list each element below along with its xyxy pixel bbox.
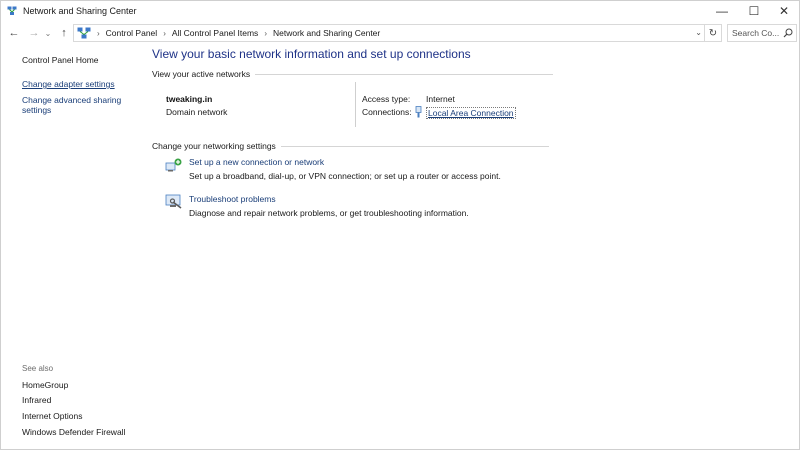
change-adapter-settings-link[interactable]: Change adapter settings xyxy=(22,79,115,89)
active-networks-header-text: View your active networks xyxy=(152,69,251,79)
breadcrumb-separator[interactable]: › xyxy=(264,29,267,38)
troubleshoot-description: Diagnose and repair network problems, or… xyxy=(189,208,469,218)
close-button[interactable]: ✕ xyxy=(767,1,800,21)
networking-settings-header-text: Change your networking settings xyxy=(152,141,276,151)
access-type-value: Internet xyxy=(426,94,455,104)
see-also-label: See also xyxy=(22,364,54,373)
breadcrumb-separator[interactable]: › xyxy=(163,29,166,38)
address-dropdown-icon[interactable]: ⌄ xyxy=(695,28,702,37)
troubleshoot-icon xyxy=(165,194,182,209)
window-title: Network and Sharing Center xyxy=(23,6,137,16)
troubleshoot-problems-link[interactable]: Troubleshoot problems xyxy=(189,194,276,204)
up-button[interactable]: ↑ xyxy=(57,25,71,41)
address-bar[interactable]: › Control Panel › All Control Panel Item… xyxy=(73,24,705,42)
control-panel-home-link[interactable]: Control Panel Home xyxy=(22,55,99,65)
recent-locations-button[interactable]: ⌄ xyxy=(43,25,53,41)
change-advanced-sharing-link[interactable]: Change advanced sharing settings xyxy=(22,95,132,115)
minimize-button[interactable]: — xyxy=(705,1,739,21)
local-area-connection-link[interactable]: Local Area Connection xyxy=(426,107,516,119)
maximize-button[interactable]: ☐ xyxy=(737,1,771,21)
active-networks-header: View your active networks xyxy=(152,69,554,79)
network-center-icon xyxy=(7,6,17,15)
infrared-link[interactable]: Infrared xyxy=(22,395,51,405)
networking-settings-header: Change your networking settings xyxy=(152,141,549,151)
breadcrumb-separator: › xyxy=(97,28,100,38)
setup-connection-description: Set up a broadband, dial-up, or VPN conn… xyxy=(189,171,501,181)
homegroup-link[interactable]: HomeGroup xyxy=(22,380,68,390)
setup-connection-link[interactable]: Set up a new connection or network xyxy=(189,157,324,167)
search-box[interactable] xyxy=(727,24,797,42)
breadcrumb-network-center[interactable]: Network and Sharing Center xyxy=(273,28,380,38)
network-name: tweaking.in xyxy=(166,94,213,104)
network-setup-icon xyxy=(165,158,182,172)
search-input[interactable] xyxy=(732,28,782,38)
back-button[interactable]: ← xyxy=(7,25,21,41)
network-type[interactable]: Domain network xyxy=(166,107,227,117)
control-panel-icon xyxy=(77,27,91,39)
defender-firewall-link[interactable]: Windows Defender Firewall xyxy=(22,427,125,437)
page-title: View your basic network information and … xyxy=(152,47,471,61)
internet-options-link[interactable]: Internet Options xyxy=(22,411,82,421)
section-divider xyxy=(255,73,554,75)
forward-button[interactable]: → xyxy=(27,25,41,41)
ethernet-icon xyxy=(415,106,422,118)
title-bar: Network and Sharing Center — ☐ ✕ xyxy=(1,1,799,21)
breadcrumb-control-panel[interactable]: Control Panel xyxy=(106,28,158,38)
connections-label: Connections: xyxy=(362,107,412,117)
refresh-button[interactable]: ↻ xyxy=(705,24,722,42)
navigation-bar: ← → ⌄ ↑ › Control Panel › All Control Pa… xyxy=(1,23,799,43)
left-pane: Control Panel Home Change adapter settin… xyxy=(1,45,141,445)
breadcrumb-all-items[interactable]: All Control Panel Items xyxy=(172,28,258,38)
network-sharing-center-window: Network and Sharing Center — ☐ ✕ ← → ⌄ ↑… xyxy=(0,0,800,450)
search-icon xyxy=(783,28,793,38)
main-content: View your basic network information and … xyxy=(152,45,792,445)
vertical-divider xyxy=(355,82,356,127)
access-type-label: Access type: xyxy=(362,94,411,104)
section-divider xyxy=(280,145,549,147)
